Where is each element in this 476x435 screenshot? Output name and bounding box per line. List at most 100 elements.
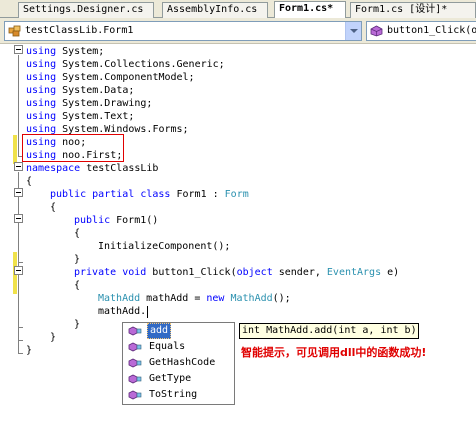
collapse-toggle-class[interactable] bbox=[14, 188, 23, 197]
code-text: System.ComponentModel; bbox=[56, 72, 195, 83]
completion-item-tostring[interactable]: ToString bbox=[123, 387, 234, 403]
code-line: using System.Collections.Generic; bbox=[26, 58, 225, 71]
code-line: } bbox=[50, 331, 56, 344]
method-icon bbox=[128, 390, 142, 400]
code-text: } bbox=[26, 345, 33, 356]
keyword: public bbox=[50, 189, 87, 200]
keyword: using bbox=[26, 85, 57, 96]
type-name: EventArgs bbox=[326, 267, 382, 278]
tab-settings-designer[interactable]: Settings.Designer.cs bbox=[18, 2, 154, 18]
keyword: class bbox=[140, 189, 171, 200]
code-line: using System; bbox=[26, 45, 104, 58]
completion-item-equals[interactable]: Equals bbox=[123, 339, 234, 355]
code-text: testClassLib bbox=[80, 163, 159, 174]
code-text: { bbox=[74, 228, 81, 239]
code-line: } bbox=[74, 318, 80, 331]
completion-item-add[interactable]: add bbox=[123, 323, 234, 339]
collapse-toggle-namespace[interactable] bbox=[14, 162, 23, 171]
method-icon bbox=[370, 25, 383, 37]
outline-end-marker bbox=[18, 262, 23, 263]
document-tab-strip: Settings.Designer.cs AssemblyInfo.cs For… bbox=[0, 0, 476, 19]
indicator-margin bbox=[0, 44, 13, 435]
tab-form1-cs[interactable]: Form1.cs* bbox=[274, 1, 346, 19]
collapse-toggle-method[interactable] bbox=[14, 266, 23, 275]
completion-item-gettype[interactable]: GetType bbox=[123, 371, 234, 387]
member-combo[interactable]: button1_Click(o bbox=[366, 21, 476, 41]
method-icon bbox=[128, 374, 142, 384]
code-text: e) bbox=[381, 267, 400, 278]
keyword: namespace bbox=[26, 163, 81, 174]
keyword: using bbox=[26, 46, 57, 57]
outline-end-marker bbox=[18, 340, 23, 341]
code-text: } bbox=[50, 332, 57, 343]
code-text: { bbox=[74, 280, 81, 291]
tab-assemblyinfo[interactable]: AssemblyInfo.cs bbox=[162, 2, 268, 18]
class-combo-value: testClassLib.Form1 bbox=[25, 25, 134, 36]
code-text: button1_Click( bbox=[146, 267, 237, 278]
code-line: mathAdd. bbox=[98, 305, 146, 318]
method-icon bbox=[128, 342, 142, 352]
code-text: Form1() bbox=[110, 215, 159, 226]
annotation-text: 智能提示，可见调用dll中的函数成功! bbox=[241, 346, 427, 359]
code-line: InitializeComponent(); bbox=[98, 240, 230, 253]
completion-item-gethashcode[interactable]: GetHashCode bbox=[123, 355, 234, 371]
code-text: InitializeComponent(); bbox=[98, 241, 231, 252]
keyword: object bbox=[236, 267, 273, 278]
highlight-box bbox=[22, 134, 124, 162]
code-text: } bbox=[74, 254, 81, 265]
intellisense-list[interactable]: add Equals GetHashCode GetType ToString bbox=[122, 322, 235, 405]
keyword: void bbox=[122, 267, 147, 278]
member-combo-value: button1_Click(o bbox=[387, 25, 476, 36]
method-icon bbox=[128, 326, 142, 336]
completion-label: add bbox=[147, 323, 172, 339]
code-line: { bbox=[26, 175, 32, 188]
code-line: namespace testClassLib bbox=[26, 162, 158, 175]
outline-end-marker bbox=[18, 327, 23, 328]
code-line: { bbox=[74, 227, 80, 240]
type-name: MathAdd bbox=[98, 293, 141, 304]
keyword: public bbox=[74, 215, 111, 226]
code-editor[interactable]: using System; using System.Collections.G… bbox=[0, 44, 476, 435]
completion-label: GetType bbox=[149, 373, 192, 384]
code-line: } bbox=[74, 253, 80, 266]
keyword: using bbox=[26, 111, 57, 122]
code-text: { bbox=[50, 202, 57, 213]
code-line: { bbox=[50, 201, 56, 214]
code-line: public partial class Form1 : Form bbox=[50, 189, 249, 200]
type-name: MathAdd bbox=[230, 293, 273, 304]
class-combo[interactable]: testClassLib.Form1 bbox=[4, 21, 362, 41]
keyword: new bbox=[206, 293, 225, 304]
code-text: { bbox=[26, 176, 33, 187]
changed-lines-bar bbox=[13, 135, 17, 164]
code-text: System.Collections.Generic; bbox=[56, 59, 225, 70]
code-line: MathAdd mathAdd = new MathAdd(); bbox=[98, 292, 291, 305]
method-icon bbox=[128, 358, 142, 368]
code-text: System.Data; bbox=[56, 85, 135, 96]
completion-label: ToString bbox=[149, 389, 198, 400]
code-text: mathAdd = bbox=[140, 293, 207, 304]
code-line: using System.Text; bbox=[26, 110, 134, 123]
collapse-toggle-constructor[interactable] bbox=[14, 214, 23, 223]
code-line: using System.Data; bbox=[26, 84, 134, 97]
signature-tooltip: int MathAdd.add(int a, int b) bbox=[239, 323, 419, 339]
class-icon bbox=[8, 25, 21, 37]
keyword: using bbox=[26, 59, 57, 70]
code-text: Form1 bbox=[176, 189, 207, 200]
code-text: } bbox=[74, 319, 81, 330]
code-line: using System.ComponentModel; bbox=[26, 71, 195, 84]
chevron-down-icon[interactable] bbox=[345, 22, 361, 40]
keyword: private bbox=[74, 267, 117, 278]
code-text: sender, bbox=[272, 267, 327, 278]
code-line: } bbox=[26, 344, 32, 357]
tab-form1-designer[interactable]: Form1.cs [设计]* bbox=[350, 2, 476, 18]
code-text: System.Drawing; bbox=[56, 98, 153, 109]
navigation-bar: testClassLib.Form1 button1_Click(o bbox=[0, 18, 476, 44]
code-text: mathAdd. bbox=[98, 306, 147, 317]
code-line: { bbox=[74, 279, 80, 292]
outline-end-marker bbox=[18, 353, 23, 354]
code-line: public Form1() bbox=[74, 214, 158, 227]
collapse-toggle-usings[interactable] bbox=[14, 45, 23, 54]
code-line: using System.Drawing; bbox=[26, 97, 152, 110]
type-name: Form bbox=[224, 189, 249, 200]
keyword: using bbox=[26, 72, 57, 83]
